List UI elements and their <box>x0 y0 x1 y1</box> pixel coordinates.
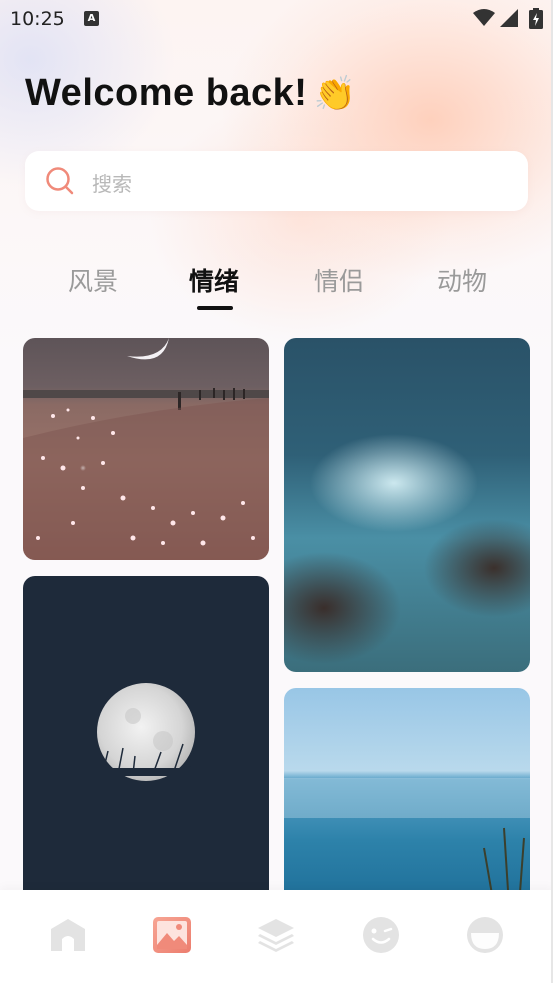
category-tabs: 风景 情绪 情侣 动物 <box>0 262 553 312</box>
moon-illustration <box>93 683 203 781</box>
tab-couple[interactable]: 情侣 <box>314 262 364 298</box>
gallery-image-sea-horizon[interactable] <box>284 688 530 906</box>
layers-icon[interactable] <box>256 915 296 955</box>
search-icon <box>46 167 74 195</box>
smiley-icon[interactable] <box>361 915 401 955</box>
tab-mood[interactable]: 情绪 <box>189 262 239 298</box>
active-tab-indicator <box>197 306 233 310</box>
a-box-icon: A <box>84 11 99 26</box>
sea-illustration <box>284 778 530 906</box>
gallery-image-full-moon[interactable] <box>23 576 269 906</box>
welcome-heading: Welcome back! 👏 <box>25 72 356 115</box>
image-icon[interactable] <box>152 915 192 955</box>
search-placeholder: 搜索 <box>92 172 132 196</box>
tab-animals[interactable]: 动物 <box>437 262 487 298</box>
signal-icon <box>500 9 518 27</box>
gallery-image-ocean-rocks[interactable] <box>284 338 530 672</box>
wifi-icon <box>473 9 495 26</box>
beach-night-illustration <box>23 338 269 560</box>
gallery-image-beach-night[interactable] <box>23 338 269 560</box>
bottom-navigation <box>0 890 553 983</box>
search-input[interactable]: 搜索 <box>25 151 528 211</box>
status-time: 10:25 <box>10 8 65 30</box>
profile-icon[interactable] <box>465 915 505 955</box>
clapping-hands-icon: 👏 <box>313 75 357 113</box>
welcome-text: Welcome back! <box>25 72 308 114</box>
tab-scenery[interactable]: 风景 <box>68 262 118 298</box>
status-bar: 10:25 A <box>0 0 553 38</box>
home-icon[interactable] <box>48 915 88 955</box>
battery-charging-icon <box>529 8 543 29</box>
